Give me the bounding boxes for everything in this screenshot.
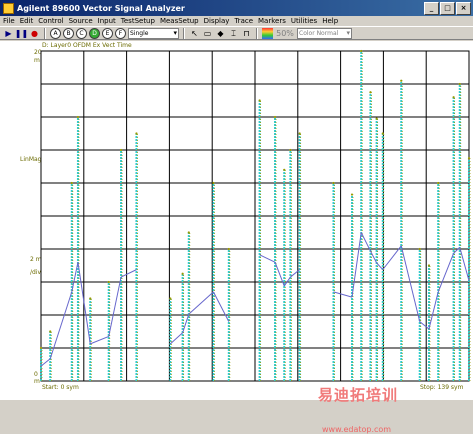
- color-select[interactable]: Color Normal: [297, 27, 352, 39]
- title-bar: Agilent 89600 Vector Signal Analyzer _ □…: [0, 0, 473, 16]
- data-point-marker: [437, 181, 440, 185]
- data-point-marker: [227, 247, 230, 251]
- trace-b-button[interactable]: B: [63, 27, 74, 39]
- series-segment: [259, 254, 276, 263]
- series-segment: [437, 253, 455, 293]
- toolbar-separator: [256, 27, 258, 39]
- menu-help[interactable]: Help: [322, 17, 338, 25]
- series-segment: [120, 269, 137, 278]
- series-segment: [333, 291, 353, 298]
- data-point-marker: [467, 157, 471, 160]
- data-point-marker: [169, 297, 172, 300]
- trace-c-button[interactable]: C: [76, 27, 87, 39]
- menu-file[interactable]: File: [3, 17, 15, 25]
- play-icon[interactable]: ▶: [3, 28, 14, 39]
- data-point-marker: [181, 272, 184, 275]
- data-point-marker: [89, 297, 92, 300]
- menu-source[interactable]: Source: [69, 17, 93, 25]
- data-point-marker: [107, 280, 110, 284]
- pause-icon[interactable]: ❚❚: [15, 28, 28, 39]
- maximize-button[interactable]: □: [440, 2, 455, 15]
- record-icon[interactable]: ●: [29, 28, 40, 39]
- delta-icon[interactable]: ⊓: [241, 28, 252, 39]
- series-segment: [428, 291, 439, 330]
- menu-control[interactable]: Control: [38, 17, 63, 25]
- menu-bar: File Edit Control Source Input TestSetup…: [0, 16, 473, 26]
- minimize-button[interactable]: _: [424, 2, 439, 15]
- band-icon[interactable]: ⌶: [228, 28, 239, 39]
- color-palette-icon[interactable]: [262, 27, 273, 39]
- data-point-marker: [49, 330, 52, 333]
- data-point-marker: [452, 96, 455, 99]
- toolbar: ▶ ❚❚ ● A B C D E F Single ↖ ▭ ◆ ⌶ ⊓ 50% …: [0, 26, 473, 40]
- data-point-marker: [70, 181, 73, 185]
- data-point-marker: [418, 247, 421, 251]
- menu-testsetup[interactable]: TestSetup: [121, 17, 155, 25]
- data-point-marker: [258, 99, 261, 102]
- rectangle-icon[interactable]: ▭: [202, 28, 213, 39]
- watermark-url: www.edatop.com: [322, 425, 392, 434]
- data-point-marker: [119, 148, 123, 152]
- data-point-marker: [76, 115, 80, 119]
- mode-select[interactable]: Single: [128, 27, 179, 39]
- data-point-marker: [381, 132, 384, 135]
- data-point-marker: [39, 346, 43, 350]
- trace-a-button[interactable]: A: [50, 27, 61, 39]
- series-segment: [108, 276, 122, 337]
- data-point-marker: [375, 117, 378, 120]
- data-point-marker: [283, 168, 286, 171]
- menu-markers[interactable]: Markers: [258, 17, 286, 25]
- menu-utilities[interactable]: Utilities: [291, 17, 317, 25]
- window-title: Agilent 89600 Vector Signal Analyzer: [17, 3, 185, 13]
- chart-svg: [39, 49, 471, 382]
- close-button[interactable]: ×: [456, 2, 471, 15]
- series-segment: [188, 291, 214, 315]
- series-segment: [400, 245, 421, 322]
- data-point-marker: [332, 181, 335, 185]
- pointer-icon[interactable]: ↖: [189, 28, 200, 39]
- data-point-marker: [187, 231, 190, 234]
- menu-display[interactable]: Display: [204, 17, 230, 25]
- data-point-marker: [135, 132, 138, 135]
- data-point-marker: [289, 148, 292, 152]
- data-point-marker: [458, 82, 461, 86]
- series-segment: [169, 332, 183, 345]
- menu-edit[interactable]: Edit: [20, 17, 34, 25]
- data-point-marker: [273, 115, 277, 119]
- series-segment: [90, 335, 109, 345]
- series-segment: [49, 291, 73, 359]
- plot-area: D: Layer0 OFDM Ex Vect Time 20 m LinMag …: [0, 41, 473, 434]
- toolbar-separator: [44, 27, 46, 39]
- app-icon: [3, 2, 14, 14]
- data-point-marker: [427, 264, 431, 267]
- data-point-marker: [360, 49, 363, 53]
- trace-e-button[interactable]: E: [102, 27, 113, 39]
- menu-trace[interactable]: Trace: [234, 17, 253, 25]
- watermark-logo: 易迪拓培训: [318, 386, 399, 404]
- trace-d-button[interactable]: D: [89, 27, 100, 39]
- data-point-marker: [298, 132, 301, 135]
- trace-f-button[interactable]: F: [115, 27, 126, 39]
- data-point-marker: [350, 193, 354, 196]
- data-point-marker: [400, 79, 403, 82]
- data-point-marker: [369, 91, 372, 94]
- series-segment: [212, 291, 230, 322]
- menu-input[interactable]: Input: [98, 17, 116, 25]
- zoom-label: 50%: [276, 28, 294, 38]
- marker-icon[interactable]: ◆: [215, 28, 226, 39]
- data-point-marker: [212, 181, 215, 185]
- menu-meassetup[interactable]: MeasSetup: [160, 17, 199, 25]
- series-segment: [419, 321, 430, 330]
- toolbar-separator: [183, 27, 185, 39]
